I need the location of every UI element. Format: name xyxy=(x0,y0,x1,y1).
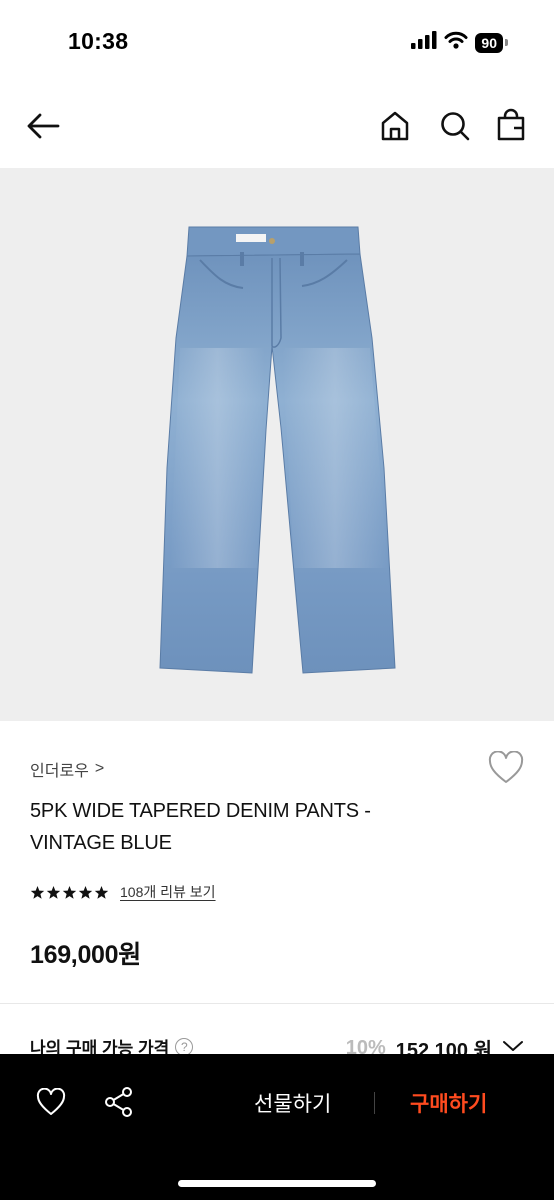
brand-name: 인더로우 xyxy=(30,763,89,780)
wishlist-heart-icon[interactable] xyxy=(488,750,524,790)
wifi-icon xyxy=(444,31,468,54)
review-link[interactable]: 108개 리뷰 보기 xyxy=(120,882,216,902)
star-rating xyxy=(30,885,110,900)
heart-icon[interactable] xyxy=(36,1087,66,1121)
shopping-bag-icon[interactable] xyxy=(494,106,528,144)
status-icons: 90 xyxy=(411,31,508,54)
battery-tip xyxy=(505,39,508,46)
discount-rate: 10% xyxy=(345,1037,386,1054)
bottom-action-bar: 선물하기 구매하기 xyxy=(0,1054,554,1200)
divider xyxy=(0,1003,554,1004)
battery-icon: 90 xyxy=(475,32,503,53)
brand-link[interactable]: 인더로우 > xyxy=(30,757,104,781)
top-nav-bar xyxy=(0,84,554,168)
home-icon[interactable] xyxy=(378,108,412,144)
rating-row: 108개 리뷰 보기 xyxy=(30,882,216,902)
member-price-row[interactable]: 나의 구매 가능 가격 ? 10% 152,100 원 xyxy=(0,1008,554,1054)
home-indicator[interactable] xyxy=(178,1180,376,1187)
share-icon[interactable] xyxy=(104,1086,134,1123)
status-time: 10:38 xyxy=(68,28,129,54)
sale-price: 152,100 원 xyxy=(395,1040,492,1054)
gift-button[interactable]: 선물하기 xyxy=(254,1088,331,1118)
divider xyxy=(374,1092,375,1114)
product-image[interactable] xyxy=(0,168,554,721)
back-arrow-icon[interactable] xyxy=(24,108,62,144)
search-icon[interactable] xyxy=(437,108,473,144)
member-price-label: 나의 구매 가능 가격 ? xyxy=(30,1034,194,1054)
chevron-down-icon[interactable] xyxy=(502,1039,524,1054)
star-icon xyxy=(30,885,109,899)
chevron-right-icon: > xyxy=(94,760,105,777)
member-price-label-text: 나의 구매 가능 가격 xyxy=(30,1039,170,1054)
buy-button[interactable]: 구매하기 xyxy=(410,1088,487,1118)
denim-pants-image xyxy=(159,226,396,674)
status-bar: 10:38 90 xyxy=(0,0,554,84)
product-price: 169,000원 xyxy=(30,941,141,969)
product-title: 5PK WIDE TAPERED DENIM PANTS - VINTAGE B… xyxy=(30,800,371,854)
cellular-signal-icon xyxy=(411,31,437,54)
member-price-value: 10% 152,100 원 xyxy=(346,1034,524,1054)
help-icon[interactable]: ? xyxy=(175,1037,194,1054)
